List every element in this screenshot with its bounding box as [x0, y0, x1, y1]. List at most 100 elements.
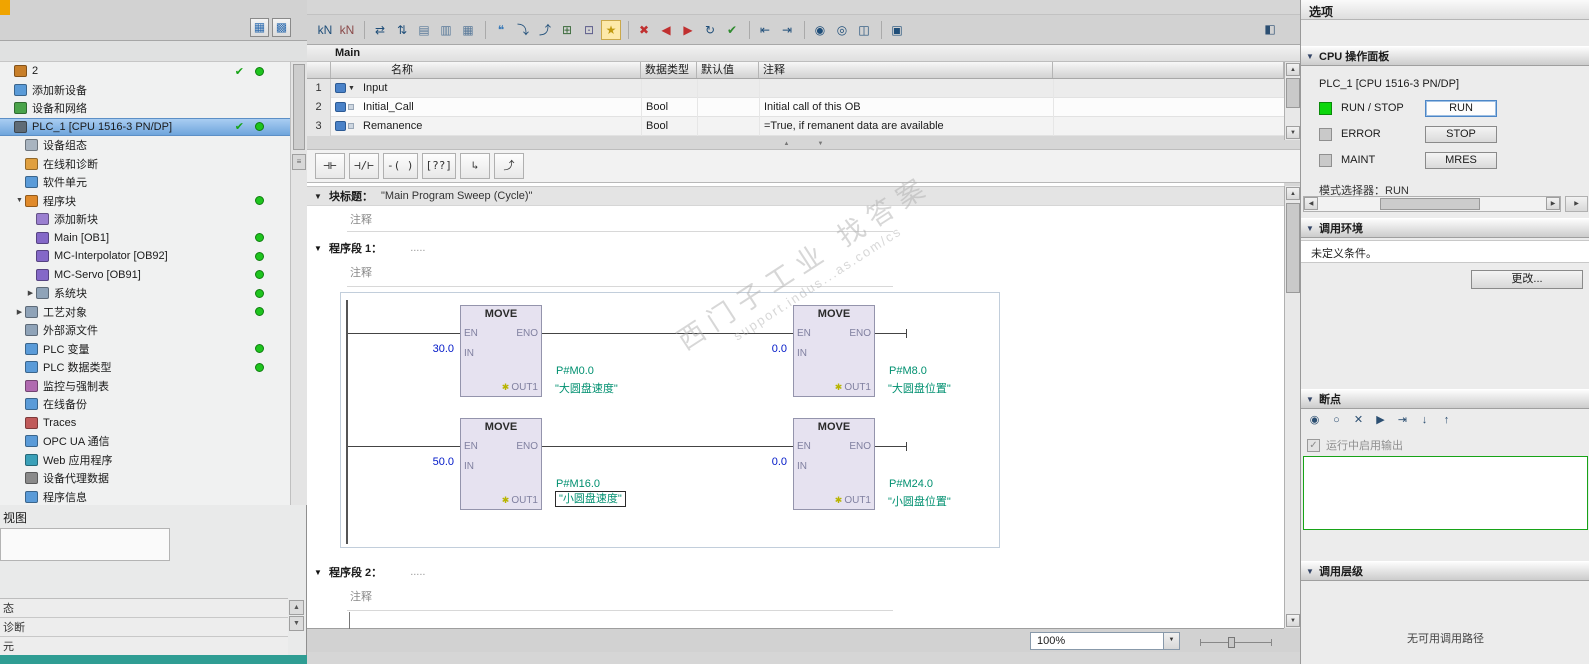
tree-item-online-diagnostics[interactable]: 在线和诊断 — [0, 155, 290, 174]
tree-item-label: PLC 变量 — [43, 343, 90, 356]
wire-end-tick — [906, 442, 907, 451]
stop-button[interactable]: STOP — [1425, 125, 1497, 143]
ob-icon — [36, 231, 49, 244]
zoom-dropdown[interactable]: 100% ▼ — [1030, 632, 1180, 650]
out1-pin: ✱ OUT1 — [502, 382, 538, 393]
overview-toggle-button[interactable]: ▩ — [272, 18, 291, 37]
detail-scroll-buttons: ▲ ▼ — [288, 599, 307, 632]
scroll-up-icon[interactable]: ▲ — [289, 600, 304, 615]
expander-icon[interactable]: ▼ — [14, 197, 25, 204]
splitter-grip-icon[interactable]: ≡ — [292, 154, 306, 170]
out-operand-address[interactable]: P#M0.0 — [556, 365, 594, 377]
zoom-slider-thumb[interactable] — [1228, 637, 1235, 648]
tree-item-mc-interpolator-ob92[interactable]: MC-Interpolator [OB92] — [0, 247, 290, 266]
tree-item-technology-objects[interactable]: ▶ 工艺对象 — [0, 303, 290, 322]
activate-breakpoints-icon[interactable]: ◉ — [1305, 412, 1324, 430]
move-block[interactable]: MOVE EN ENO IN ✱ OUT1 — [460, 305, 542, 397]
breakpoints-list-area[interactable] — [1303, 456, 1588, 530]
tree-item-device-proxy-data[interactable]: 设备代理数据 — [0, 469, 290, 488]
deactivate-breakpoints-icon[interactable]: ○ — [1327, 412, 1346, 430]
tree-item-software-units[interactable]: 软件单元 — [0, 173, 290, 192]
chevron-down-icon[interactable]: ▼ — [1163, 633, 1179, 649]
project-tree-scrollbar[interactable]: ≡ — [290, 62, 307, 505]
tree-item-plc-data-types[interactable]: PLC 数据类型 — [0, 358, 290, 377]
tree-item-online-backups[interactable]: 在线备份 — [0, 395, 290, 414]
chevron-down-icon[interactable]: ▼ — [1301, 395, 1319, 404]
step-into-icon[interactable]: ↓ — [1415, 412, 1434, 430]
scrollbar-thumb[interactable] — [293, 64, 305, 150]
scroll-down-icon[interactable]: ▼ — [289, 616, 304, 631]
tree-item-system-blocks[interactable]: ▶ 系统块 — [0, 284, 290, 303]
tree-item-device-configuration[interactable]: 设备组态 — [0, 136, 290, 155]
in-operand-value[interactable]: 50.0 — [394, 456, 454, 468]
tree-item-project-root[interactable]: 2 ✔ — [0, 62, 290, 81]
change-button[interactable]: 更改... — [1471, 270, 1583, 289]
tree-item-main-ob1[interactable]: Main [OB1] — [0, 229, 290, 248]
cpu-panel-scrollbar[interactable]: ◀ ▶ — [1303, 196, 1561, 212]
options-task-card: 选项 ▼ CPU 操作面板 PLC_1 [CPU 1516-3 PN/DP] R… — [1300, 0, 1589, 664]
tree-item-opc-ua-communication[interactable]: OPC UA 通信 — [0, 432, 290, 451]
scroll-left-icon[interactable]: ◀ — [1304, 197, 1318, 210]
move-block[interactable]: MOVE EN ENO IN ✱ OUT1 — [460, 418, 542, 510]
breakpoints-header[interactable]: ▼ 断点 — [1301, 389, 1589, 409]
out-operand-address[interactable]: P#M8.0 — [889, 365, 927, 377]
green-led-icon — [1319, 101, 1332, 115]
scroll-right-icon[interactable]: ▶ — [1546, 197, 1560, 210]
next-breakpoint-icon[interactable]: ▶ — [1371, 412, 1390, 430]
chevron-down-icon[interactable]: ▼ — [1301, 52, 1319, 61]
step-over-icon[interactable]: ⇥ — [1393, 412, 1412, 430]
tree-item-plc-1[interactable]: PLC_1 [CPU 1516-3 PN/DP] ✔ — [0, 117, 290, 136]
mres-button[interactable]: MRES — [1425, 151, 1497, 169]
call-hierarchy-header[interactable]: ▼ 调用层级 — [1301, 561, 1589, 581]
tree-item-add-new-device[interactable]: 添加新设备 — [0, 81, 290, 100]
expander-icon[interactable]: ▶ — [25, 289, 36, 297]
out-operand-name[interactable]: "大圆盘位置" — [888, 380, 951, 396]
step-out-icon[interactable]: ↑ — [1437, 412, 1456, 430]
tree-item-traces[interactable]: Traces — [0, 414, 290, 433]
detail-row[interactable]: 态 — [0, 599, 288, 618]
call-environment-header[interactable]: ▼ 调用环境 — [1301, 218, 1589, 238]
out-operand-address[interactable]: P#M16.0 — [556, 478, 600, 490]
operand-edit-box[interactable]: "小圆盘速度" — [555, 491, 626, 507]
detail-view-toggle-button[interactable]: ▦ — [250, 18, 269, 37]
out1-pin: ✱ OUT1 — [835, 382, 871, 393]
chevron-down-icon[interactable]: ▼ — [1301, 224, 1319, 233]
cpu-operator-panel-header[interactable]: ▼ CPU 操作面板 — [1301, 46, 1589, 66]
in-operand-value[interactable]: 30.0 — [394, 343, 454, 355]
chevron-down-icon[interactable]: ▼ — [1301, 567, 1319, 576]
out-operand-name[interactable]: "小圆盘位置" — [888, 493, 951, 509]
run-button[interactable]: RUN — [1425, 99, 1497, 117]
in-operand-value[interactable]: 0.0 — [727, 343, 787, 355]
collapse-chevron-icon[interactable]: ▼ — [307, 568, 329, 577]
tree-item-watch-force-tables[interactable]: 监控与强制表 — [0, 377, 290, 396]
network-2-comment-field[interactable]: 注释 — [350, 588, 372, 604]
move-block[interactable]: MOVE EN ENO IN ✱ OUT1 — [793, 418, 875, 510]
expander-icon[interactable]: ▶ — [14, 308, 25, 316]
out-operand-name[interactable]: "大圆盘速度" — [555, 380, 618, 396]
detail-row[interactable]: 元 — [0, 637, 288, 656]
scroll-right-button[interactable]: ▶ — [1565, 196, 1588, 212]
tree-item-web-applications[interactable]: Web 应用程序 — [0, 451, 290, 470]
unit-icon — [25, 176, 38, 189]
out-operand-address[interactable]: P#M24.0 — [889, 478, 933, 490]
tia-portal-window: ▦ ▩ 2 ✔ 添加新设备 设备和网络 PLC_1 [CPU 1516-3 PN/DP] ✔… — [0, 0, 1589, 664]
tree-item-add-new-block[interactable]: 添加新块 — [0, 210, 290, 229]
tree-item-devices-networks[interactable]: 设备和网络 — [0, 99, 290, 118]
tree-item-mc-servo-ob91[interactable]: MC-Servo [OB91] — [0, 266, 290, 285]
tree-item-external-source-files[interactable]: 外部源文件 — [0, 321, 290, 340]
in-operand-value[interactable]: 0.0 — [727, 456, 787, 468]
delete-breakpoints-icon[interactable]: ✕ — [1349, 412, 1368, 430]
detail-row[interactable]: 诊断 — [0, 618, 288, 637]
move-block[interactable]: MOVE EN ENO IN ✱ OUT1 — [793, 305, 875, 397]
zoom-slider[interactable] — [1200, 642, 1272, 643]
wire-end-tick — [906, 329, 907, 338]
tree-item-program-info[interactable]: 程序信息 — [0, 488, 290, 506]
tree-item-label: PLC_1 [CPU 1516-3 PN/DP] — [32, 120, 173, 133]
enable-outputs-checkbox[interactable]: ✓ — [1307, 438, 1320, 452]
network-2-title-placeholder[interactable]: ..... — [410, 566, 425, 578]
scrollbar-thumb[interactable] — [1380, 198, 1480, 210]
network-2-header[interactable]: ▼ 程序段 2： ..... — [307, 562, 1284, 582]
portal-view-bar[interactable] — [0, 655, 307, 664]
tree-item-plc-tags[interactable]: PLC 变量 — [0, 340, 290, 359]
tree-item-program-blocks[interactable]: ▼ 程序块 — [0, 192, 290, 211]
